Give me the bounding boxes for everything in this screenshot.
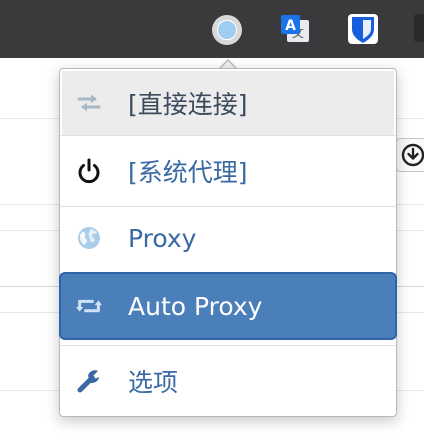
menu-item-label: Proxy (128, 223, 197, 253)
menu-item-system[interactable]: [系统代理] (60, 139, 396, 203)
bitwarden-icon (348, 14, 378, 44)
retweet-icon (74, 291, 104, 321)
translate-extension-button[interactable]: 文 A (278, 12, 312, 46)
menu-item-auto-proxy[interactable]: Auto Proxy (59, 272, 397, 340)
menu-item-direct[interactable]: [直接连接] (62, 71, 394, 135)
download-button[interactable] (396, 138, 424, 172)
proxy-mode-menu: [直接连接] [系统代理] Proxy Auto Proxy 选项 (59, 68, 397, 417)
svg-text:A: A (285, 18, 296, 34)
download-circle-icon (401, 143, 424, 167)
translate-icon: 文 A (281, 15, 309, 42)
proxy-switch-button[interactable] (212, 15, 242, 45)
bitwarden-extension-button[interactable] (346, 12, 380, 46)
menu-item-options[interactable]: 选项 (60, 349, 396, 413)
proxy-status-icon (217, 20, 237, 40)
menu-divider (60, 135, 396, 136)
power-icon (74, 156, 104, 186)
globe-icon (74, 223, 104, 253)
swap-arrows-icon (74, 88, 104, 118)
menu-item-label: [直接连接] (128, 90, 248, 119)
menu-item-proxy[interactable]: Proxy (60, 206, 396, 270)
toolbar-overflow-edge (414, 14, 424, 42)
menu-item-label: [系统代理] (128, 158, 248, 187)
wrench-icon (74, 366, 104, 396)
browser-toolbar: 文 A (0, 0, 424, 58)
menu-item-label: 选项 (128, 368, 179, 397)
menu-item-label: Auto Proxy (128, 291, 263, 321)
menu-divider (60, 345, 396, 346)
